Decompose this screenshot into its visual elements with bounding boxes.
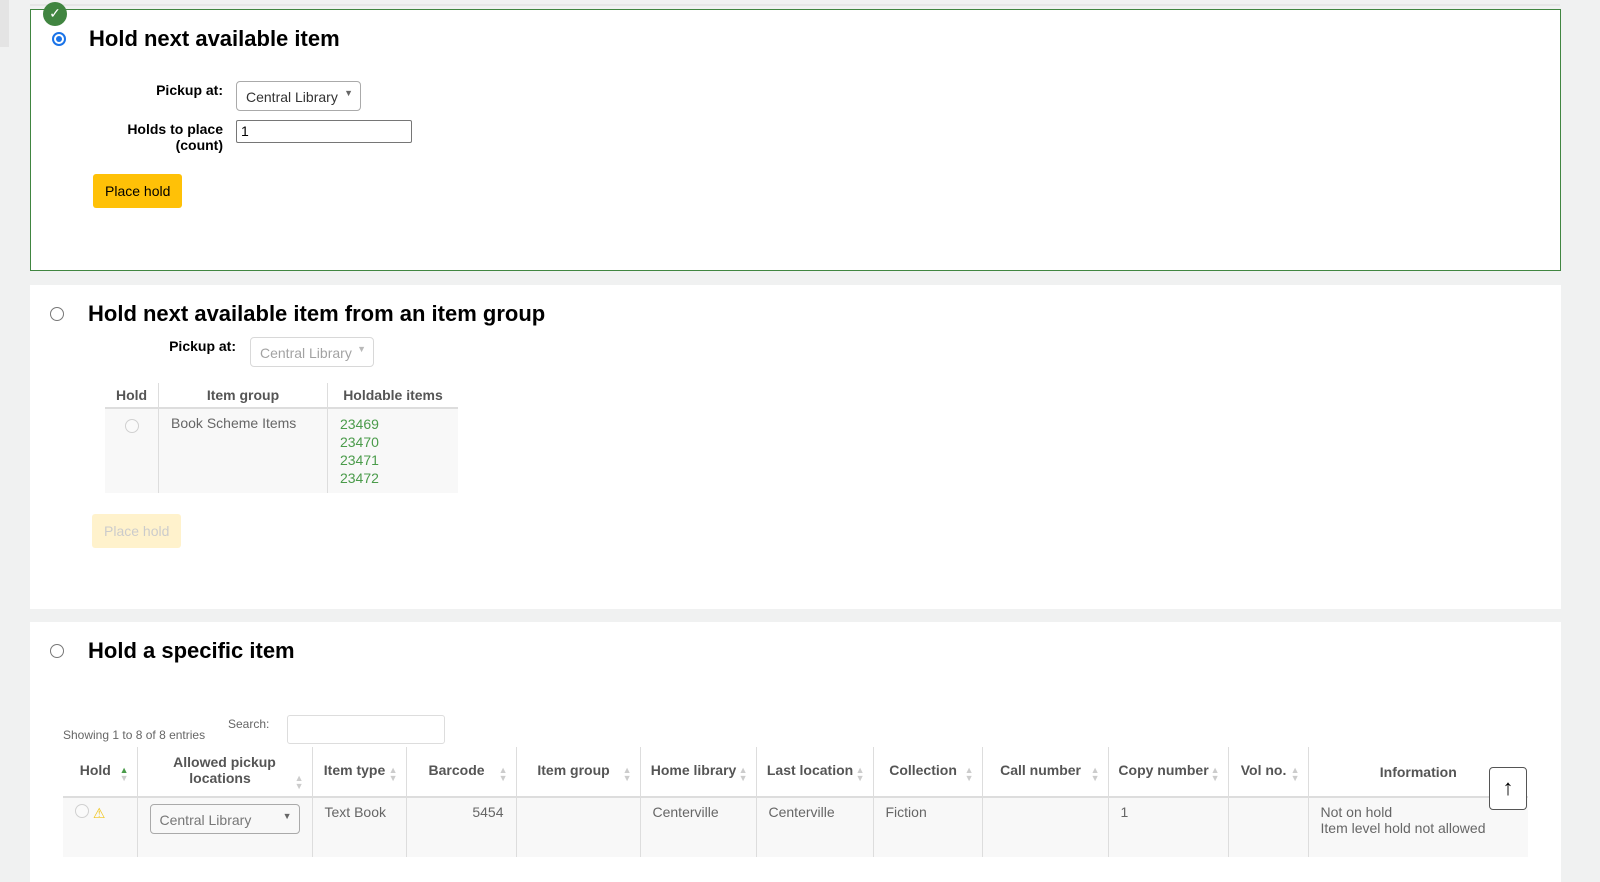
col-item-group[interactable]: Item group ▲ ▼ [515,747,640,798]
home-library: Centerville [639,797,756,857]
pickup-select[interactable]: Central Library ▼ [149,804,300,834]
group-radio[interactable] [124,419,139,433]
warning-icon: ⚠ [92,805,106,821]
side-strip [0,0,9,47]
call-number [981,797,1108,857]
arrow-up-icon: ↑ [1502,775,1514,800]
col-item-group: Item group [158,383,328,409]
col-barcode[interactable]: Barcode ▲ ▼ [405,747,516,798]
hold-specific-radio[interactable] [50,644,64,658]
col-item-type[interactable]: Item type ▲ ▼ [311,747,406,798]
col-copy-number[interactable]: Copy number ▲ ▼ [1107,747,1228,798]
section-title: Hold next available item [89,26,340,51]
info-line: Not on hold [1320,804,1393,820]
table-row: ⚠ Central Library ▼ Text Book 5454 Center… [63,797,1528,857]
chevron-down-icon: ▼ [357,344,366,354]
item-group-table: Hold Item group Holdable items Book Scheme… [105,383,458,493]
holds-count-input[interactable]: 1 [236,120,412,143]
col-collection[interactable]: Collection ▲ ▼ [872,747,982,798]
hold-next-available-radio[interactable] [52,32,66,46]
pickup-select[interactable]: Central Library ▼ [250,337,374,367]
item-link[interactable]: 23470 [340,433,446,451]
hold-item-group-panel: Hold next available item from an item gr… [30,285,1561,609]
col-call-number[interactable]: Call number ▲ ▼ [981,747,1108,798]
check-icon: ✓ [43,2,67,26]
label-line: Holds to place [127,121,223,137]
section-title: Hold next available item from an item gr… [88,301,546,326]
hold-next-available-panel: ✓ Hold next available item Pickup at: Ce… [30,2,1561,271]
col-last-location[interactable]: Last location ▲ ▼ [755,747,873,798]
chevron-down-icon: ▼ [282,811,292,821]
col-hold[interactable]: Hold ▲ ▼ [63,747,137,798]
pickup-label: Pickup at: [156,82,223,98]
search-input[interactable] [287,715,445,744]
item-link[interactable]: 23469 [340,415,446,433]
item-link[interactable]: 23471 [340,451,446,469]
group-name: Book Scheme Items [158,408,328,493]
last-location: Centerville [755,797,873,857]
col-hold: Hold [105,383,159,409]
pickup-value: Central Library [246,89,338,105]
col-holdable-items: Holdable items [326,383,458,409]
search-label: Search: [228,717,270,731]
copy-number: 1 [1107,797,1228,857]
holds-count-label: Holds to place (count) [91,121,223,153]
collection: Fiction [872,797,982,857]
pickup-select[interactable]: Central Library ▼ [236,81,361,111]
item-radio[interactable] [75,804,89,818]
section-title: Hold a specific item [88,638,295,663]
item-type: Text Book [311,797,406,857]
col-vol[interactable]: Vol no. ▲ ▼ [1227,747,1308,798]
place-hold-button[interactable]: Place hold [93,174,183,208]
table-row: Book Scheme Items 23469 23470 23471 23472 [105,408,458,493]
col-pickup[interactable]: Allowed pickup locations ▲ ▼ [136,747,312,798]
entries-info: Showing 1 to 8 of 8 entries [63,728,206,742]
pickup-value: Central Library [260,345,352,361]
info-line: Item level hold not allowed [1320,820,1486,836]
label-line: (count) [175,137,223,153]
scroll-to-top-button[interactable]: ↑ [1489,767,1527,810]
pickup-label: Pickup at: [169,338,236,354]
barcode: 5454 [405,797,516,857]
hold-item-group-radio[interactable] [50,307,64,321]
vol-no [1227,797,1308,857]
item-link[interactable]: 23472 [340,469,446,487]
hold-specific-item-panel: Hold a specific item Showing 1 to 8 of 8… [30,622,1561,882]
divider [30,4,1560,6]
item-group [515,797,640,857]
items-table: Hold ▲ ▼ Allowed pickup locations ▲ ▼ Item t… [63,747,1528,857]
chevron-down-icon: ▼ [344,88,353,98]
col-home-library[interactable]: Home library ▲ ▼ [639,747,756,798]
place-hold-button[interactable]: Place hold [92,514,182,548]
